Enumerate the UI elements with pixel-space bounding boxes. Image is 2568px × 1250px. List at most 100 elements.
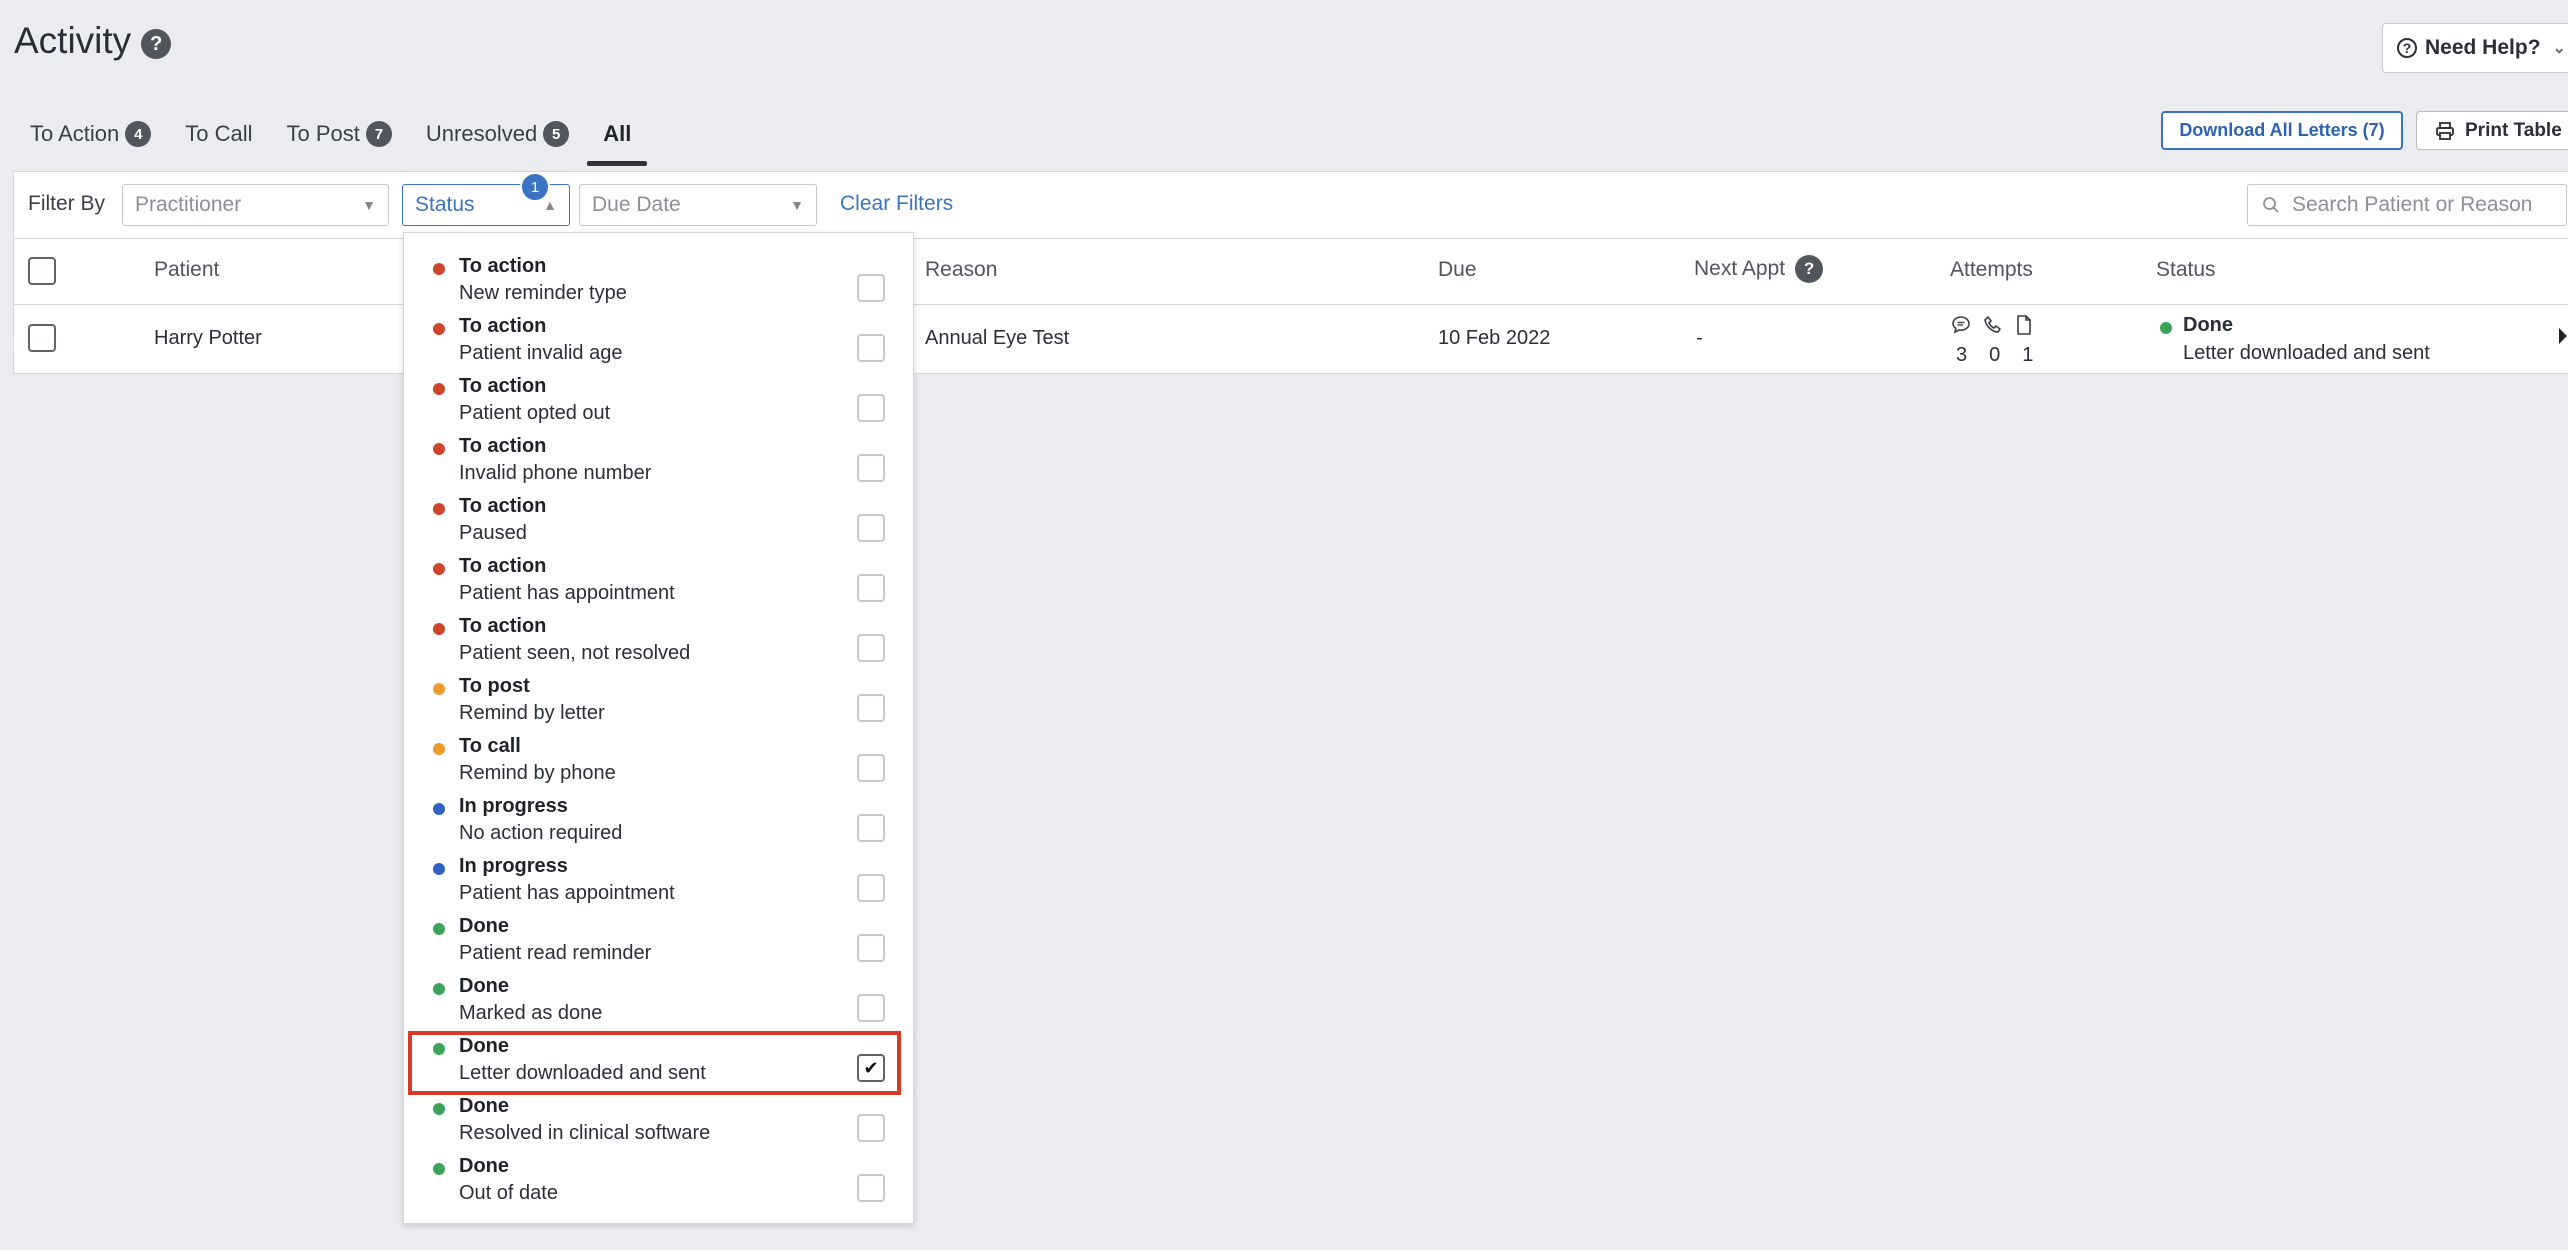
clear-filters-link[interactable]: Clear Filters xyxy=(840,192,953,216)
practitioner-placeholder: Practitioner xyxy=(135,193,242,216)
header-reason[interactable]: Reason xyxy=(925,258,997,282)
status-option[interactable]: Done Out of date xyxy=(404,1153,913,1213)
row-checkbox[interactable] xyxy=(28,324,56,352)
status-option-checkbox[interactable] xyxy=(857,994,885,1022)
status-option-checkbox[interactable] xyxy=(857,1174,885,1202)
status-option-checkbox[interactable] xyxy=(857,274,885,302)
status-option[interactable]: To action Paused xyxy=(404,493,913,553)
header-due[interactable]: Due xyxy=(1438,258,1477,282)
status-option-checkbox[interactable] xyxy=(857,394,885,422)
letter-attempts: 1 xyxy=(2022,344,2034,366)
status-select-label: Status xyxy=(415,193,475,216)
status-option[interactable]: To action Patient opted out xyxy=(404,373,913,433)
status-option-title: To action xyxy=(459,435,547,457)
status-option-checkbox[interactable] xyxy=(857,694,885,722)
status-option[interactable]: To action Patient seen, not resolved xyxy=(404,613,913,673)
status-option-checkbox[interactable]: ✔ xyxy=(857,1054,885,1082)
tab-all[interactable]: All xyxy=(587,110,648,166)
caret-right-icon[interactable] xyxy=(2559,328,2567,344)
message-icon xyxy=(1952,316,1970,334)
status-option-checkbox[interactable] xyxy=(857,874,885,902)
status-option-checkbox[interactable] xyxy=(857,334,885,362)
header-patient[interactable]: Patient xyxy=(154,258,219,282)
activity-tabs: To Action 4 To Call To Post 7 Unresolved… xyxy=(30,110,665,166)
download-all-letters-button[interactable]: Download All Letters (7) xyxy=(2161,111,2403,150)
status-dot xyxy=(433,263,445,275)
status-option[interactable]: Done Resolved in clinical software xyxy=(404,1093,913,1153)
status-option[interactable]: In progress Patient has appointment xyxy=(404,853,913,913)
tab-label: All xyxy=(603,121,632,146)
status-option[interactable]: Done Letter downloaded and sent ✔ xyxy=(408,1031,901,1095)
due-date-select[interactable]: Due Date ▼ xyxy=(579,184,817,226)
practitioner-select[interactable]: Practitioner ▼ xyxy=(122,184,389,226)
checkmark-icon: ✔ xyxy=(863,1057,879,1078)
status-option[interactable]: In progress No action required xyxy=(404,793,913,853)
status-option-subtitle: Remind by letter xyxy=(459,702,605,724)
status-option-checkbox[interactable] xyxy=(857,454,885,482)
status-option-subtitle: Letter downloaded and sent xyxy=(459,1062,706,1084)
status-option[interactable]: Done Marked as done xyxy=(404,973,913,1033)
status-option[interactable]: To action Patient invalid age xyxy=(404,313,913,373)
tab-to-post[interactable]: To Post 7 xyxy=(287,110,392,158)
status-option-title: To call xyxy=(459,735,521,757)
status-dot xyxy=(433,503,445,515)
status-option-title: Done xyxy=(459,1095,509,1117)
sms-attempts: 3 xyxy=(1956,344,1968,366)
status-option-checkbox[interactable] xyxy=(857,754,885,782)
status-option-checkbox[interactable] xyxy=(857,934,885,962)
table-row[interactable]: Harry Potter Annual Eye Test 10 Feb 2022… xyxy=(14,304,2568,374)
status-option[interactable]: To post Remind by letter xyxy=(404,673,913,733)
status-option-subtitle: Remind by phone xyxy=(459,762,616,784)
header-attempts[interactable]: Attempts xyxy=(1950,258,2033,282)
tab-unresolved[interactable]: Unresolved 5 xyxy=(425,110,570,158)
status-option-subtitle: Marked as done xyxy=(459,1002,603,1024)
due-date-placeholder: Due Date xyxy=(592,193,681,216)
tab-label: To Action xyxy=(30,121,120,146)
print-table-button[interactable]: Print Table xyxy=(2416,111,2568,150)
status-option[interactable]: To action Patient has appointment xyxy=(404,553,913,613)
status-dot xyxy=(433,683,445,695)
table-header: Patient Reason Due Next Appt ? Attempts … xyxy=(14,238,2568,305)
select-all-checkbox[interactable] xyxy=(28,257,56,285)
status-option-title: To action xyxy=(459,495,547,517)
header-status[interactable]: Status xyxy=(2156,258,2216,282)
phone-icon xyxy=(1984,316,2001,333)
tab-to-call[interactable]: To Call xyxy=(185,110,252,158)
document-icon xyxy=(2017,315,2031,335)
status-option-checkbox[interactable] xyxy=(857,634,885,662)
status-option[interactable]: To action Invalid phone number xyxy=(404,433,913,493)
status-filter-count-badge: 1 xyxy=(520,172,550,202)
status-option[interactable]: To call Remind by phone xyxy=(404,733,913,793)
status-dot xyxy=(433,863,445,875)
patient-name: Harry Potter xyxy=(154,327,262,349)
status-option-checkbox[interactable] xyxy=(857,1114,885,1142)
status-option-subtitle: Patient has appointment xyxy=(459,582,675,604)
status-option-title: To action xyxy=(459,255,547,277)
status-option-subtitle: Patient has appointment xyxy=(459,882,675,904)
status-option[interactable]: To action New reminder type xyxy=(404,253,913,313)
caret-down-icon: ▼ xyxy=(790,197,804,213)
status-option[interactable]: Done Patient read reminder xyxy=(404,913,913,973)
status-dot xyxy=(433,563,445,575)
header-next-appt-label: Next Appt xyxy=(1694,257,1786,280)
tab-label: Unresolved xyxy=(425,121,538,146)
question-icon[interactable]: ? xyxy=(1795,255,1824,283)
status-option-title: In progress xyxy=(459,855,568,877)
status-option-checkbox[interactable] xyxy=(857,574,885,602)
header-next-appt[interactable]: Next Appt ? xyxy=(1694,255,1824,283)
need-help-button[interactable]: ? Need Help? ⌄ xyxy=(2382,23,2568,73)
status-option-title: Done xyxy=(459,1155,509,1177)
search-input[interactable]: Search Patient or Reason xyxy=(2247,184,2567,226)
status-option-subtitle: Paused xyxy=(459,522,527,544)
filter-by-label: Filter By xyxy=(28,192,106,215)
tab-to-action[interactable]: To Action 4 xyxy=(30,110,152,158)
status-dot xyxy=(433,443,445,455)
due-date-text: 10 Feb 2022 xyxy=(1438,327,1551,349)
status-dot xyxy=(2160,322,2172,334)
status-option-checkbox[interactable] xyxy=(857,814,885,842)
phone-attempts: 0 xyxy=(1989,344,2001,366)
question-icon[interactable]: ? xyxy=(141,29,172,59)
status-option-checkbox[interactable] xyxy=(857,514,885,542)
print-label: Print Table xyxy=(2465,119,2562,141)
status-title: Done xyxy=(2183,314,2233,336)
